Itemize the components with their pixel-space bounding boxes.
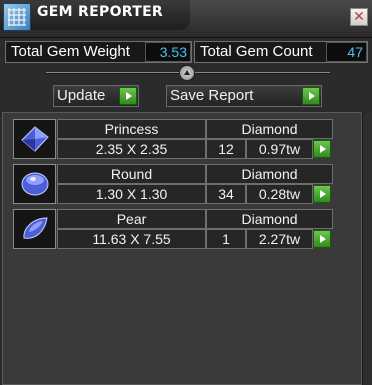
gem-row: Princess Diamond 2.35 X 2.35 12 0.97tw [13,119,333,159]
save-report-button[interactable]: Save Report [166,85,322,107]
play-icon[interactable] [302,87,320,105]
gem-weight: 2.27tw [246,229,313,249]
round-gem-icon [13,164,56,204]
title-tab: GEM REPORTER [0,0,190,31]
total-gem-count-value: 47 [326,42,367,62]
gem-material: Diamond [206,209,333,229]
play-icon[interactable] [119,87,137,105]
gem-material: Diamond [206,119,333,139]
gem-cut: Pear [57,209,206,229]
title-bar: GEM REPORTER ✕ [0,0,372,38]
princess-gem-icon [13,119,56,159]
gem-count: 1 [206,229,246,249]
gem-row: Pear Diamond 11.63 X 7.55 1 2.27tw [13,209,333,249]
update-button-label: Update [57,87,106,104]
save-report-button-label: Save Report [170,87,254,104]
pear-gem-icon [13,209,56,249]
play-icon[interactable] [313,230,331,248]
gem-count: 12 [206,139,246,159]
gem-cut: Round [57,164,206,184]
close-button[interactable]: ✕ [350,8,368,26]
play-icon[interactable] [313,185,331,203]
scrollbar[interactable] [362,112,372,385]
gem-size: 2.35 X 2.35 [57,139,206,159]
gem-size: 11.63 X 7.55 [57,229,206,249]
gem-weight: 0.28tw [246,184,313,204]
slider-knob[interactable] [179,65,195,81]
gem-weight: 0.97tw [246,139,313,159]
gem-row: Round Diamond 1.30 X 1.30 34 0.28tw [13,164,333,204]
app-grid-icon [3,3,31,31]
update-button[interactable]: Update [53,85,139,107]
gem-material: Diamond [206,164,333,184]
gem-count: 34 [206,184,246,204]
gem-cut: Princess [57,119,206,139]
play-icon[interactable] [313,140,331,158]
window-title: GEM REPORTER [37,4,164,20]
total-gem-weight-value: 3.53 [145,42,191,62]
gem-size: 1.30 X 1.30 [57,184,206,204]
